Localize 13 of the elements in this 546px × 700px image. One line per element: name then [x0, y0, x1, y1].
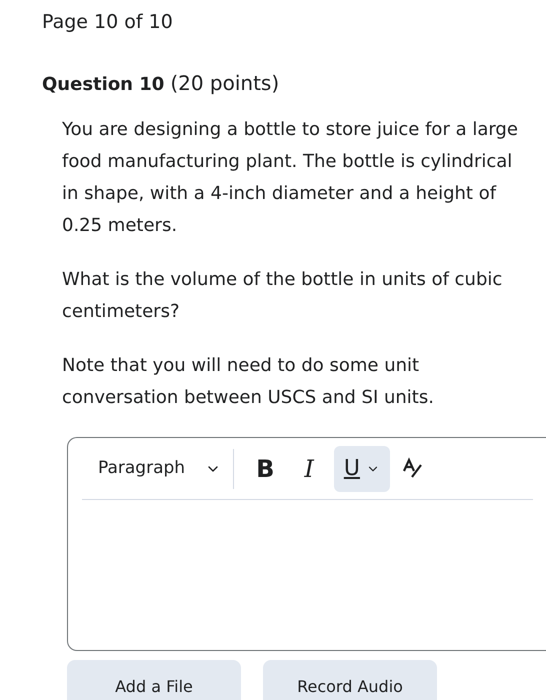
page-label: Page 10 of 10 [42, 10, 173, 35]
underline-button[interactable]: U [334, 446, 390, 492]
italic-button[interactable]: I [294, 446, 324, 492]
question-points: (20 points) [170, 70, 280, 97]
action-button[interactable]: Record Audio [263, 660, 437, 700]
bold-button[interactable]: B [246, 446, 284, 492]
question-paragraph: You are designing a bottle to store juice for a large food manufacturing plant. The bottle is cylindrical in shape, with a 4-inch diameter and a height of 0.25 meters. [62, 118, 519, 238]
action-button[interactable]: Add a File [67, 660, 241, 700]
text-editor[interactable]: Paragraph B I U [67, 437, 546, 651]
question-paragraph: What is the volume of the bottle in units of cubic centimeters? [62, 268, 504, 324]
format-select[interactable]: Paragraph [98, 448, 234, 488]
question-title: Question 10 [42, 73, 164, 97]
question-paragraph: Note that you will need to do some unit conversation between USCS and SI units. [62, 354, 435, 410]
